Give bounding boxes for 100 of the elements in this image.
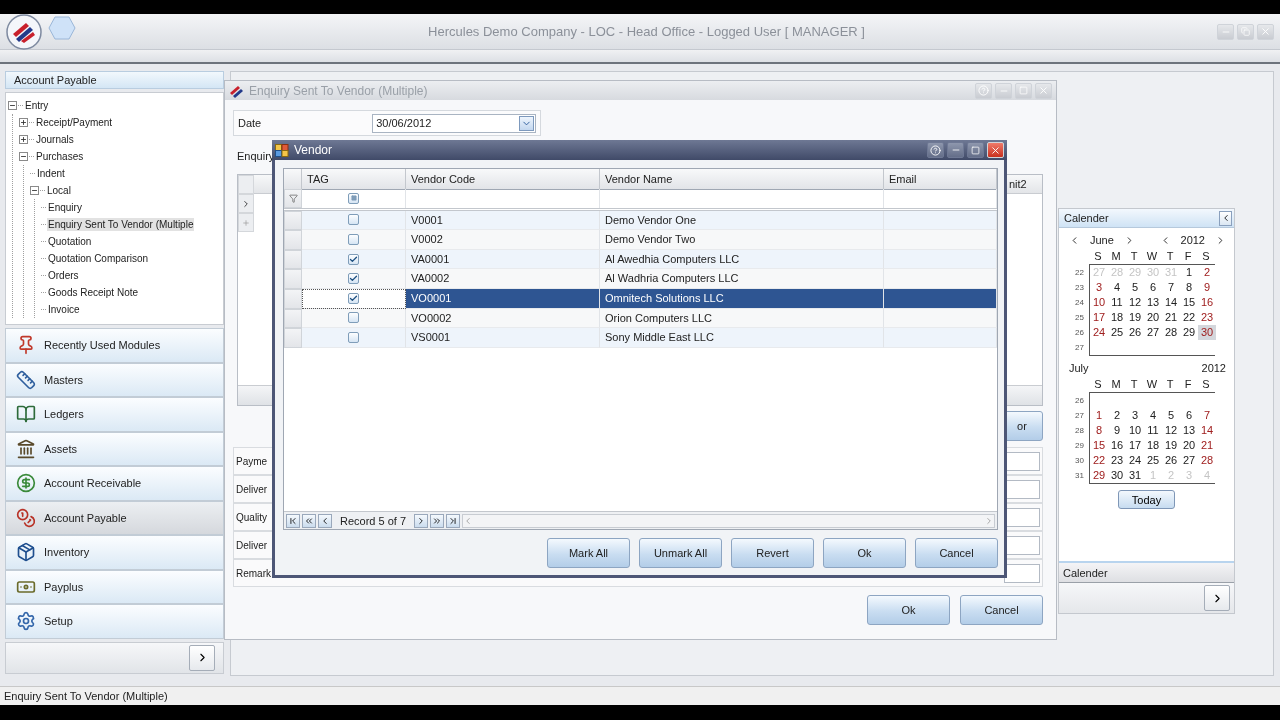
calendar-day[interactable]: 22 xyxy=(1180,310,1198,325)
calendar-day[interactable]: 29 xyxy=(1090,468,1108,483)
column-header[interactable]: TAG xyxy=(302,169,406,190)
expand-icon[interactable] xyxy=(19,135,28,144)
tree-item[interactable]: Quotation Comparison xyxy=(47,252,150,265)
tree-item[interactable]: Local xyxy=(46,184,72,197)
calendar-day[interactable]: 18 xyxy=(1144,438,1162,453)
calendar-day[interactable]: 10 xyxy=(1090,295,1108,310)
close-button[interactable] xyxy=(987,142,1004,158)
calendar-day[interactable]: 24 xyxy=(1126,453,1144,468)
calendar-day[interactable]: 1 xyxy=(1180,265,1198,280)
calendar-day[interactable]: 9 xyxy=(1108,423,1126,438)
module-button[interactable]: Account Payable xyxy=(5,500,224,535)
checkbox[interactable] xyxy=(348,331,359,343)
calendar-day[interactable]: 14 xyxy=(1162,295,1180,310)
last-record-button[interactable] xyxy=(446,513,461,528)
calendar-day[interactable]: 26 xyxy=(1162,453,1180,468)
calendar-day[interactable]: 20 xyxy=(1180,438,1198,453)
help-button[interactable] xyxy=(927,142,944,158)
expand-button[interactable] xyxy=(189,644,215,671)
calendar-day[interactable]: 5 xyxy=(1126,280,1144,295)
calendar-day[interactable]: 1 xyxy=(1090,408,1108,423)
minimize-button[interactable] xyxy=(947,142,964,158)
calendar-day[interactable]: 16 xyxy=(1108,438,1126,453)
tree-item[interactable]: Goods Receipt Note xyxy=(47,286,140,299)
calendar-day[interactable]: 12 xyxy=(1126,295,1144,310)
today-button[interactable]: Today xyxy=(1118,490,1175,509)
column-header[interactable]: Email xyxy=(884,169,997,190)
calendar-day[interactable]: 30 xyxy=(1198,325,1216,340)
calendar-day[interactable]: 11 xyxy=(1144,423,1162,438)
calendar-day[interactable]: 8 xyxy=(1180,280,1198,295)
calendar-day[interactable]: 12 xyxy=(1162,423,1180,438)
calendar-day[interactable]: 13 xyxy=(1180,423,1198,438)
checkbox[interactable] xyxy=(348,292,359,304)
expand-button[interactable] xyxy=(1204,585,1230,611)
tree-item[interactable]: Receipt/Payment xyxy=(35,116,114,129)
calendar-day[interactable]: 28 xyxy=(1198,453,1216,468)
column-header[interactable]: Vendor Name xyxy=(600,169,884,190)
calendar-day[interactable]: 14 xyxy=(1198,423,1216,438)
calendar-day[interactable]: 8 xyxy=(1090,423,1108,438)
dialog-button[interactable]: Unmark All xyxy=(639,538,722,568)
checkbox[interactable] xyxy=(348,234,359,245)
dialog-button[interactable]: Ok xyxy=(867,595,950,625)
calendar-day[interactable]: 25 xyxy=(1144,453,1162,468)
tree-item[interactable]: Enquiry xyxy=(47,201,83,214)
calendar-day[interactable]: 21 xyxy=(1198,438,1216,453)
scroll-right-icon[interactable] xyxy=(984,515,994,526)
first-record-button[interactable] xyxy=(286,513,300,528)
dialog-button[interactable]: Ok xyxy=(823,538,906,568)
module-button[interactable]: Setup xyxy=(5,604,224,639)
calendar-day[interactable]: 7 xyxy=(1162,280,1180,295)
calendar-day[interactable]: 2 xyxy=(1198,265,1216,280)
calendar-day[interactable]: 24 xyxy=(1090,325,1108,340)
module-button[interactable]: Payplus xyxy=(5,569,224,604)
tree-item[interactable]: Enquiry Sent To Vendor (Multiple xyxy=(47,218,195,231)
collapse-icon[interactable] xyxy=(30,186,39,195)
calendar-day[interactable]: 31 xyxy=(1126,468,1144,483)
calendar-day[interactable]: 30 xyxy=(1108,468,1126,483)
tree-item[interactable]: Indent xyxy=(36,167,66,180)
filter-icon[interactable] xyxy=(288,193,298,203)
calendar-day[interactable]: 25 xyxy=(1108,325,1126,340)
previous-record-button[interactable] xyxy=(318,513,332,528)
calendar-day[interactable]: 4 xyxy=(1108,280,1126,295)
tree-item[interactable]: Quotation xyxy=(47,235,93,248)
tree-item[interactable]: Invoice xyxy=(47,303,81,316)
calendar-day[interactable]: 28 xyxy=(1162,325,1180,340)
module-button[interactable]: Inventory xyxy=(5,535,224,570)
dialog-button[interactable]: Cancel xyxy=(960,595,1043,625)
horizontal-scrollbar[interactable] xyxy=(462,513,995,528)
calendar-day[interactable]: 22 xyxy=(1090,453,1108,468)
calendar-day[interactable]: 27 xyxy=(1144,325,1162,340)
calendar-day[interactable]: 11 xyxy=(1108,295,1126,310)
collapse-icon[interactable] xyxy=(19,152,28,161)
module-button[interactable]: Account Receivable xyxy=(5,466,224,501)
checkbox[interactable] xyxy=(348,253,359,265)
tree-item[interactable]: Journals xyxy=(35,133,75,146)
calendar-day[interactable]: 23 xyxy=(1108,453,1126,468)
maximize-button[interactable] xyxy=(967,142,984,158)
checkbox[interactable] xyxy=(348,214,359,226)
logo-icon[interactable] xyxy=(6,13,42,50)
calendar-day[interactable]: 16 xyxy=(1198,295,1216,310)
expand-icon[interactable] xyxy=(19,118,28,127)
calendar-day[interactable]: 3 xyxy=(1126,408,1144,423)
input-field[interactable] xyxy=(1004,563,1040,583)
calendar-day[interactable]: 17 xyxy=(1126,438,1144,453)
checkbox[interactable] xyxy=(348,312,359,324)
calendar-day[interactable]: 9 xyxy=(1198,280,1216,295)
date-field[interactable]: 30/06/2012 xyxy=(372,113,536,133)
calendar-day[interactable]: 7 xyxy=(1198,408,1216,423)
quick-access-button[interactable] xyxy=(48,16,76,40)
dialog-button[interactable]: Revert xyxy=(731,538,814,568)
calendar-day[interactable]: 18 xyxy=(1108,310,1126,325)
checkbox[interactable] xyxy=(348,192,359,204)
calendar-day[interactable]: 15 xyxy=(1180,295,1198,310)
calendar-day[interactable]: 20 xyxy=(1144,310,1162,325)
dialog-button[interactable]: Mark All xyxy=(547,538,630,568)
calendar-day[interactable]: 29 xyxy=(1180,325,1198,340)
next-record-button[interactable] xyxy=(414,513,429,528)
calendar-day[interactable]: 27 xyxy=(1180,453,1198,468)
column-header[interactable]: Vendor Code xyxy=(406,169,600,190)
